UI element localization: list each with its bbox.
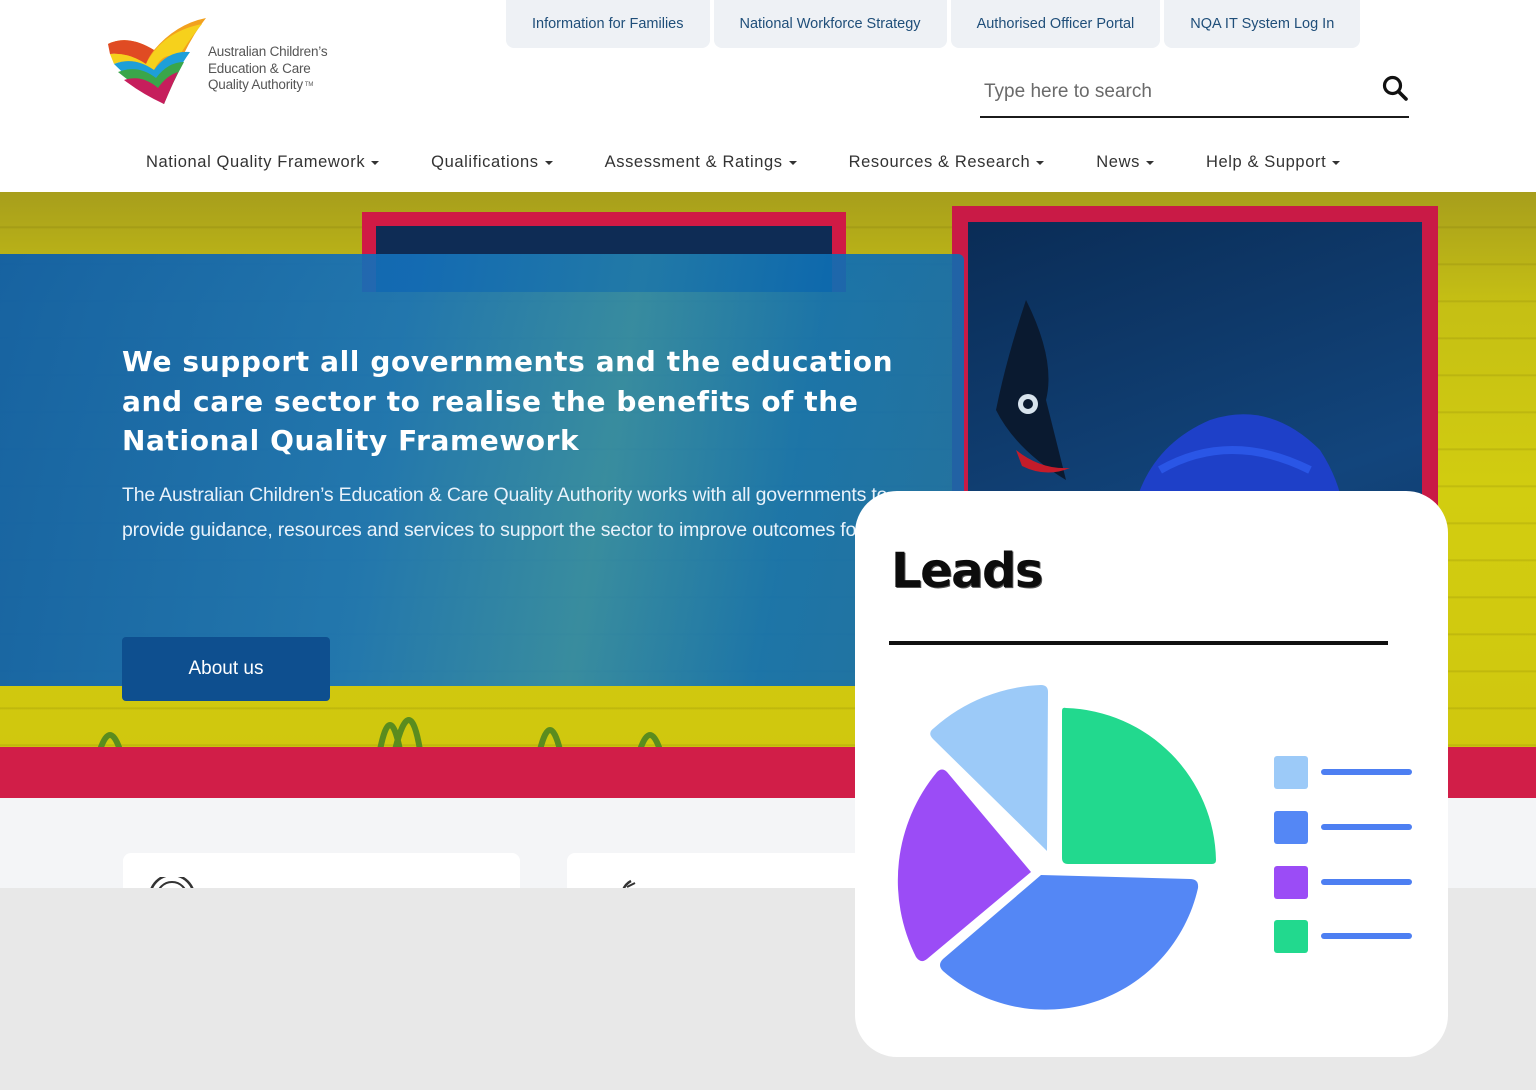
logo-text: Australian Children’s Education & Care Q… [208,44,358,94]
nav-label: Qualifications [431,152,539,171]
caret-down-icon [371,161,380,165]
main-nav: National Quality Framework Qualification… [146,148,1341,176]
feature-card[interactable] [567,853,867,897]
caret-down-icon [544,161,553,165]
caret-down-icon [1332,161,1341,165]
leads-pie-chart [897,685,1412,1010]
logo-line-3: Quality Authority [208,77,303,92]
search-icon[interactable] [1381,74,1409,102]
nav-item-qualifications[interactable]: Qualifications [431,152,553,172]
utility-tab-families[interactable]: Information for Families [506,0,710,48]
nav-item-news[interactable]: News [1096,153,1154,172]
hero-body: The Australian Children’s Education & Ca… [122,484,940,541]
logo-line-2: Education & Care [208,60,311,76]
nav-label: National Quality Framework [146,152,366,171]
logo-tm: TM [304,82,314,88]
utility-nav: Information for Families National Workfo… [506,0,1361,48]
caret-down-icon [1036,161,1045,165]
legend-line [1321,879,1412,885]
legend-swatch-green [1274,920,1308,953]
leads-card: Leads [855,491,1448,1057]
legend-swatch-purple [1274,866,1308,899]
hero-title: We support all governments and the educa… [122,345,894,457]
nav-item-resources[interactable]: Resources & Research [849,153,1045,172]
nav-label: Resources & Research [848,152,1031,171]
legend-line [1321,824,1412,830]
nav-label: Help & Support [1205,152,1327,171]
nav-item-help[interactable]: Help & Support [1205,152,1341,172]
pie-slice-green [1062,707,1216,864]
hero-panel: We support all governments and the educa… [0,254,964,701]
legend-swatch-blue [1274,811,1308,844]
fish-mural-icon [996,300,1070,480]
about-us-button[interactable]: About us [122,637,330,701]
legend-line [1321,769,1412,775]
logo-line-1: Australian Children’s [208,44,328,59]
search-input[interactable] [984,78,1364,106]
nav-item-assessment[interactable]: Assessment & Ratings [605,153,797,172]
site-header: Australian Children’s Education & Care Q… [0,0,1536,192]
legend-line [1321,933,1412,939]
nav-item-nqf[interactable]: National Quality Framework [146,152,380,172]
search-bar [980,70,1409,118]
caret-down-icon [1145,161,1154,165]
nav-label: News [1096,152,1140,171]
utility-tab-officer-portal[interactable]: Authorised Officer Portal [950,0,1161,48]
utility-tab-nqa-login[interactable]: NQA IT System Log In [1164,0,1361,48]
caret-down-icon [788,161,797,165]
nav-label: Assessment & Ratings [604,152,783,171]
feature-card[interactable] [123,853,520,897]
legend-swatch-light-blue [1274,756,1308,789]
utility-tab-workforce[interactable]: National Workforce Strategy [713,0,947,48]
